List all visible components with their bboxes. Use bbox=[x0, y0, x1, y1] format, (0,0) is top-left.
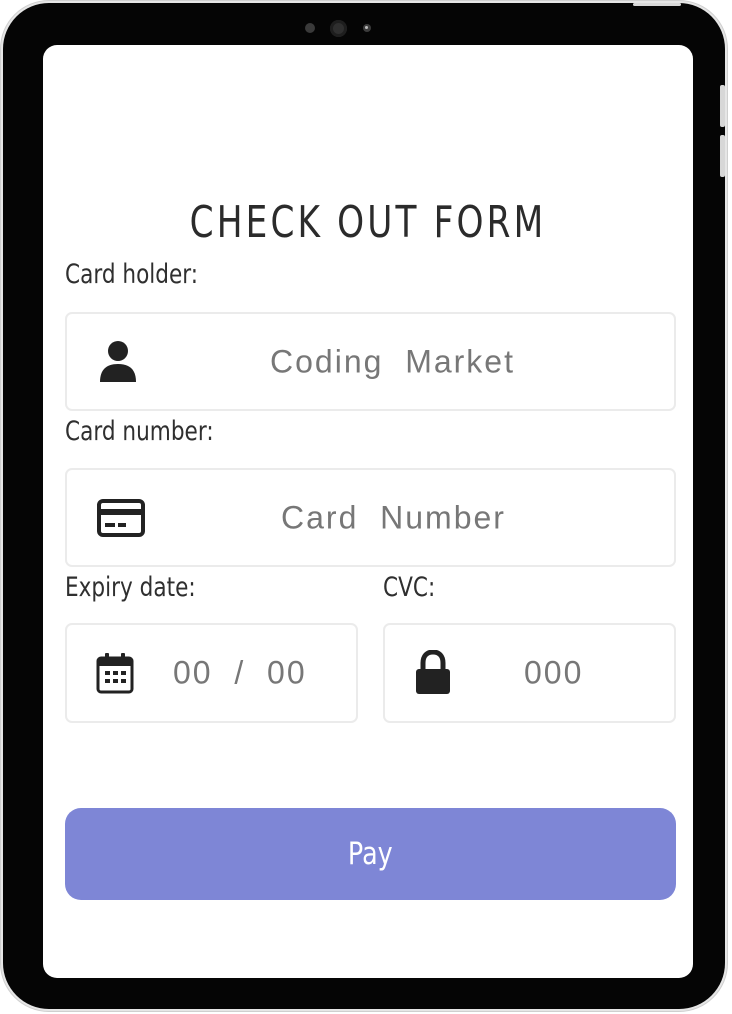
volume-down-button bbox=[720, 135, 725, 177]
card-number-label: Card number: bbox=[65, 416, 214, 447]
power-button bbox=[633, 3, 681, 6]
volume-up-button bbox=[720, 85, 725, 127]
expiry-date-input[interactable]: 00 / 00 bbox=[173, 655, 307, 692]
calendar-icon bbox=[95, 651, 135, 695]
sensor-dot bbox=[305, 23, 315, 33]
pay-button-label: Pay bbox=[348, 836, 393, 872]
expiry-date-field[interactable]: 00 / 00 bbox=[65, 623, 358, 723]
card-holder-field[interactable]: Coding Market bbox=[65, 312, 676, 411]
pay-button[interactable]: Pay bbox=[65, 808, 676, 900]
card-holder-input[interactable]: Coding Market bbox=[270, 343, 515, 380]
credit-card-icon bbox=[97, 498, 145, 538]
lock-icon bbox=[413, 650, 453, 696]
tablet-frame: CHECK OUT FORM Card holder: Coding Marke… bbox=[3, 3, 725, 1009]
card-number-input[interactable]: Card Number bbox=[281, 499, 506, 536]
expiry-date-label: Expiry date: bbox=[65, 572, 196, 603]
cvc-field[interactable]: 000 bbox=[383, 623, 676, 723]
card-number-field[interactable]: Card Number bbox=[65, 468, 676, 567]
cvc-label: CVC: bbox=[383, 572, 436, 603]
camera-bar bbox=[303, 20, 383, 37]
cvc-input[interactable]: 000 bbox=[524, 655, 583, 692]
page-title: CHECK OUT FORM bbox=[189, 197, 547, 248]
card-holder-label: Card holder: bbox=[65, 259, 199, 290]
camera-lens bbox=[330, 20, 347, 37]
light-sensor bbox=[363, 24, 371, 32]
checkout-screen: CHECK OUT FORM Card holder: Coding Marke… bbox=[43, 45, 693, 978]
user-icon bbox=[97, 340, 139, 384]
